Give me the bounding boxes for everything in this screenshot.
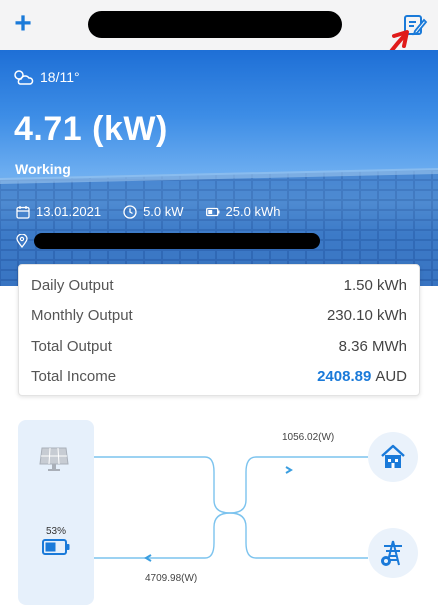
- add-button[interactable]: +: [10, 9, 36, 39]
- system-capacity: 5.0 kW: [143, 204, 184, 219]
- redacted-title: [88, 11, 342, 38]
- income-amount: 2408.89: [317, 367, 372, 385]
- meta-capacity: 5.0 kW: [123, 204, 184, 219]
- plant-hero: 18/11° 4.71 (kW) Working 13.01.2021 5.0 …: [0, 50, 438, 286]
- stat-value: 230.10 kWh: [326, 306, 407, 324]
- output-summary-card: Daily Output 1.50 kWh Monthly Output 230…: [18, 264, 420, 396]
- meta-battery: 25.0 kWh: [205, 204, 281, 219]
- income-label: Total Income: [31, 367, 117, 385]
- solar-panel-icon: [39, 447, 69, 471]
- location: [16, 233, 320, 249]
- stat-row-income: Total Income 2408.89 AUD: [31, 366, 407, 386]
- current-power: 4.71 (kW): [14, 110, 168, 148]
- plus-icon: +: [14, 7, 32, 40]
- stat-label: Total Output: [31, 337, 112, 355]
- flow-lines: [94, 456, 368, 562]
- location-pin-icon: [16, 234, 28, 248]
- home-icon: [381, 444, 405, 468]
- meta-date: 13.01.2021: [16, 204, 101, 219]
- income-currency: AUD: [375, 367, 407, 385]
- stat-label: Daily Output: [31, 276, 114, 294]
- energy-flow-diagram: 53% 1056.02(W) 4709.98(W): [0, 410, 438, 605]
- home-node: [368, 432, 418, 482]
- install-date: 13.01.2021: [36, 204, 102, 219]
- plant-status: Working: [15, 161, 71, 177]
- weather: 18/11°: [12, 68, 80, 86]
- power-grid-icon: [381, 540, 402, 566]
- stat-value: 8.36 MWh: [338, 337, 407, 355]
- income-value: 2408.89 AUD: [317, 368, 407, 385]
- stat-row-daily: Daily Output 1.50 kWh: [31, 275, 407, 295]
- gauge-icon: [123, 204, 137, 219]
- home-load-value: 1056.02(W): [282, 432, 335, 443]
- partly-cloudy-icon: [14, 70, 34, 85]
- stat-label: Monthly Output: [31, 306, 133, 324]
- stat-row-total: Total Output 8.36 MWh: [31, 336, 407, 356]
- flow-arrow-right-icon: [285, 466, 293, 474]
- stat-value: 1.50 kWh: [343, 276, 407, 294]
- battery-small-icon: [205, 207, 220, 216]
- grid-node: [368, 528, 418, 578]
- battery-icon: [42, 539, 70, 555]
- calendar-icon: [16, 205, 30, 219]
- stat-row-monthly: Monthly Output 230.10 kWh: [31, 305, 407, 325]
- grid-flow-value: 4709.98(W): [145, 573, 198, 584]
- redacted-address: [34, 233, 320, 249]
- battery-capacity: 25.0 kWh: [225, 204, 281, 219]
- battery-percent: 53%: [46, 526, 67, 537]
- temperature: 18/11°: [40, 69, 80, 85]
- plant-meta: 13.01.2021 5.0 kW 25.0 kWh: [16, 204, 302, 219]
